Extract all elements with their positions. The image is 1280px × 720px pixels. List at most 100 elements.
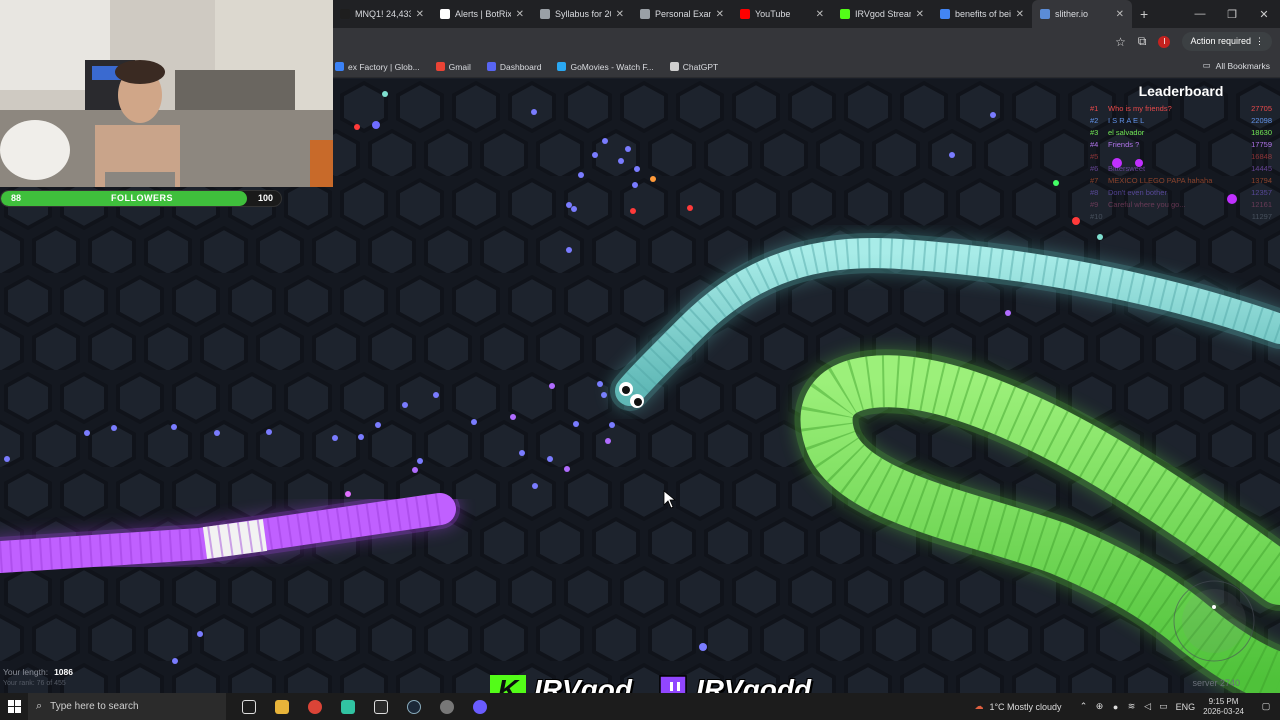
leaderboard-row: #10 11297 xyxy=(1090,211,1272,223)
bookmark-label: Gmail xyxy=(448,61,471,72)
browser-tab[interactable]: IRVgod Stream ✕ xyxy=(832,0,932,28)
tab-close-icon[interactable]: ✕ xyxy=(1116,9,1124,20)
taskbar-apps xyxy=(232,693,496,720)
leaderboard-name: I S R A E L xyxy=(1108,116,1145,125)
tab-favicon-icon xyxy=(540,9,550,19)
bookmark-favicon-icon xyxy=(335,62,344,71)
extensions-icon[interactable]: ⧉ xyxy=(1138,34,1147,49)
language-indicator[interactable]: ENG xyxy=(1176,702,1196,712)
restore-icon[interactable]: ❐ xyxy=(1216,0,1248,28)
settings-gear-icon[interactable] xyxy=(430,693,463,720)
wifi-icon[interactable]: ≋ xyxy=(1124,701,1140,712)
leaderboard-name: el salvador xyxy=(1108,128,1145,137)
webcam-overlay xyxy=(0,0,333,187)
bookmark-item[interactable]: ex Factory | Glob... xyxy=(332,62,423,72)
bookmark-label: ChatGPT xyxy=(682,61,719,72)
task-view-icon[interactable] xyxy=(232,693,265,720)
leaderboard: Leaderboard #1 Who is my friends? 27705 #2 I… xyxy=(1090,83,1272,223)
browser-tab[interactable]: MNQ1! 24,433 ✕ xyxy=(332,0,432,28)
steam-icon[interactable] xyxy=(397,693,430,720)
clock[interactable]: 9:15 PM 2026-03-24 xyxy=(1203,697,1244,717)
leaderboard-rank: #2 xyxy=(1090,116,1099,125)
bookmark-item[interactable]: Dashboard xyxy=(484,62,545,72)
tab-close-icon[interactable]: ✕ xyxy=(416,9,424,20)
weather-widget[interactable]: ☁ 1°C Mostly cloudy xyxy=(974,701,1061,712)
leaderboard-row: #8 Don't even bother 12357 xyxy=(1090,187,1272,199)
file-explorer-icon[interactable] xyxy=(265,693,298,720)
notifications-icon[interactable]: ▢ xyxy=(1258,701,1274,712)
tab-close-icon[interactable]: ✕ xyxy=(616,9,624,20)
weather-text: 1°C Mostly cloudy xyxy=(989,701,1062,712)
network-icon[interactable]: ⊕ xyxy=(1092,701,1108,712)
bookmark-favicon-icon xyxy=(486,62,496,71)
your-rank: Your rank: 76 of 455 xyxy=(3,680,66,687)
browser-tab[interactable]: Personal Exam ✕ xyxy=(632,0,732,28)
app-icon[interactable] xyxy=(463,693,496,720)
leaderboard-name: Careful where you go... xyxy=(1108,200,1186,209)
leaderboard-rank: #7 xyxy=(1090,176,1099,185)
tab-title: YouTube xyxy=(755,9,791,19)
leaderboard-name: Who is my friends? xyxy=(1108,104,1172,113)
bookmark-favicon-icon xyxy=(435,62,445,71)
leaderboard-score: 22098 xyxy=(1251,116,1272,125)
leaderboard-rank: #9 xyxy=(1090,200,1099,209)
leaderboard-score: 12357 xyxy=(1251,188,1272,197)
start-button[interactable] xyxy=(0,693,28,720)
bookmark-favicon-icon xyxy=(557,62,567,71)
streamlabs-icon[interactable] xyxy=(331,693,364,720)
browser-tab[interactable]: Alerts | BotRix ✕ xyxy=(432,0,532,28)
chrome-icon[interactable] xyxy=(298,693,331,720)
tab-close-icon[interactable]: ✕ xyxy=(516,9,524,20)
tab-title: Syllabus for 20 xyxy=(555,9,611,19)
new-tab-button[interactable]: + xyxy=(1140,6,1148,22)
tab-close-icon[interactable]: ✕ xyxy=(816,9,824,20)
bookmark-item[interactable]: GoMovies - Watch F... xyxy=(554,62,656,72)
tab-close-icon[interactable]: ✕ xyxy=(1016,9,1024,20)
followers-goal: 100 xyxy=(257,193,273,203)
tab-close-icon[interactable]: ✕ xyxy=(716,9,724,20)
tab-favicon-icon xyxy=(1040,9,1050,19)
tab-title: Alerts | BotRix xyxy=(455,9,511,19)
bookmark-label: Dashboard xyxy=(499,61,542,72)
epic-games-icon[interactable] xyxy=(364,693,397,720)
leaderboard-name: MEXICO LLEGO PAPA hahaha xyxy=(1108,176,1213,185)
tab-close-icon[interactable]: ✕ xyxy=(916,9,924,20)
leaderboard-rank: #1 xyxy=(1090,104,1099,113)
leaderboard-row: #7 MEXICO LLEGO PAPA hahaha 13794 xyxy=(1090,175,1272,187)
bookmark-list: ex Factory | Glob... Gmail Dashboard GoMovi… xyxy=(332,62,721,72)
tab-favicon-icon xyxy=(340,9,350,19)
tab-title: benefits of bei xyxy=(955,9,1011,19)
tab-favicon-icon xyxy=(940,9,950,19)
tab-favicon-icon xyxy=(840,9,850,19)
leaderboard-rank: #5 xyxy=(1090,152,1099,161)
taskbar-search[interactable]: ⌕ Type here to search xyxy=(28,693,226,720)
browser-tab[interactable]: Syllabus for 20 ✕ xyxy=(532,0,632,28)
leaderboard-score: 12161 xyxy=(1251,200,1272,209)
battery-icon[interactable]: ▭ xyxy=(1156,701,1172,712)
clock-time: 9:15 PM xyxy=(1208,696,1239,706)
folder-icon: ▭ xyxy=(1202,60,1211,70)
browser-tab[interactable]: slither.io ✕ xyxy=(1032,0,1132,28)
all-bookmarks-button[interactable]: ▭ All Bookmarks xyxy=(1203,60,1270,71)
profile-avatar[interactable]: I xyxy=(1158,35,1171,48)
leaderboard-rank: #6 xyxy=(1090,164,1099,173)
leaderboard-rows: #1 Who is my friends? 27705 #2 I S R A E L 22… xyxy=(1090,103,1272,223)
minimize-icon[interactable]: — xyxy=(1184,0,1216,28)
bookmark-star-icon[interactable]: ☆ xyxy=(1115,35,1126,49)
bookmark-item[interactable]: Gmail xyxy=(433,62,474,72)
browser-tab[interactable]: benefits of bei ✕ xyxy=(932,0,1032,28)
bookmark-label: ex Factory | Glob... xyxy=(348,61,420,72)
volume-icon[interactable]: ◁ xyxy=(1140,701,1156,712)
action-required-button[interactable]: Action required ⋮ xyxy=(1182,32,1272,51)
microphone-icon[interactable]: ● xyxy=(1108,702,1124,712)
chevron-up-icon[interactable]: ⌃ xyxy=(1076,701,1092,712)
close-icon[interactable]: ✕ xyxy=(1248,0,1280,28)
bookmark-item[interactable]: ChatGPT xyxy=(667,62,721,72)
tab-favicon-icon xyxy=(440,9,450,19)
leaderboard-name: Bittersweet xyxy=(1108,164,1146,173)
bookmark-label: GoMovies - Watch F... xyxy=(570,61,654,72)
windows-taskbar: ⌕ Type here to search ☁ 1°C Mostly cloud… xyxy=(0,693,1280,720)
leaderboard-rank: #4 xyxy=(1090,140,1099,149)
tab-list: MNQ1! 24,433 ✕ Alerts | BotRix ✕ Syllabus fo… xyxy=(332,0,1132,28)
browser-tab[interactable]: YouTube ✕ xyxy=(732,0,832,28)
